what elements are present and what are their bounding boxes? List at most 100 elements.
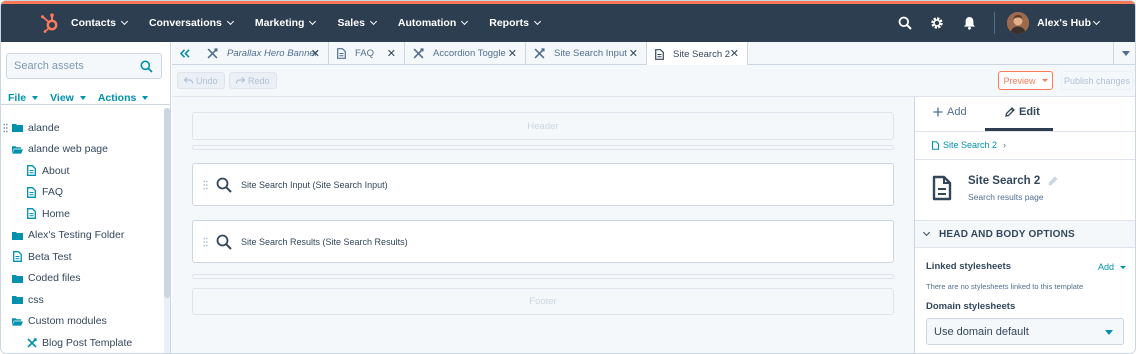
- section-divider: [192, 274, 894, 279]
- tab-site-search-input[interactable]: Site Search Input ✕: [526, 42, 647, 65]
- page-icon: [932, 140, 939, 150]
- search-icon: [216, 234, 232, 250]
- asset-sidebar: File View Actions alande alande web page…: [1, 42, 171, 353]
- search-box: [6, 53, 162, 79]
- domain-stylesheets-select[interactable]: Use domain default: [926, 318, 1124, 345]
- view-menu[interactable]: View: [50, 92, 86, 104]
- footer-placeholder[interactable]: Footer: [192, 288, 894, 315]
- tree-item[interactable]: Home: [1, 203, 163, 225]
- chevron-down-icon: [1092, 17, 1101, 26]
- nav-sales-label: Sales: [337, 17, 365, 29]
- tree-item-label: FAQ: [42, 186, 64, 199]
- actions-menu-label: Actions: [97, 92, 137, 104]
- nav-divider: [994, 12, 996, 34]
- tree-item[interactable]: alande: [1, 117, 163, 139]
- close-icon[interactable]: ✕: [629, 47, 638, 60]
- tree-item[interactable]: About: [1, 160, 163, 182]
- bell-icon[interactable]: [954, 8, 984, 38]
- caret-down-icon: [142, 96, 149, 100]
- add-stylesheet-button[interactable]: Add: [1098, 262, 1127, 272]
- close-icon[interactable]: ✕: [387, 47, 396, 60]
- nav-sales[interactable]: Sales: [337, 17, 377, 29]
- tree-item-label: Blog Post Template: [42, 336, 133, 349]
- nav-reports[interactable]: Reports: [489, 17, 541, 29]
- tree-item[interactable]: Custom modules: [1, 311, 163, 333]
- drag-handle-icon[interactable]: [203, 180, 208, 190]
- collapse-sidebar-button[interactable]: [172, 42, 198, 65]
- nav-conversations[interactable]: Conversations: [149, 17, 234, 29]
- nav-automation-label: Automation: [397, 17, 457, 29]
- tab-label: Site Search 2: [673, 48, 731, 60]
- tab-parallax-hero-banner[interactable]: Parallax Hero Banner ✕: [199, 42, 329, 65]
- tree-item[interactable]: css: [1, 289, 163, 311]
- file-menu[interactable]: File: [8, 92, 39, 104]
- tab-edit[interactable]: Edit: [1005, 106, 1040, 118]
- select-value: Use domain default: [934, 325, 1029, 338]
- tree-item-label: alande web page: [28, 143, 108, 156]
- close-icon[interactable]: ✕: [508, 47, 517, 60]
- scrollbar-thumb[interactable]: [164, 108, 170, 298]
- close-icon[interactable]: ✕: [311, 47, 320, 60]
- chevron-down-icon: [226, 17, 234, 26]
- hubspot-logo-icon[interactable]: [39, 12, 61, 34]
- preview-button[interactable]: Preview: [998, 71, 1053, 90]
- folder-icon: [12, 294, 23, 305]
- sidebar-scrollbar[interactable]: [164, 108, 170, 353]
- tree-item[interactable]: Coded files: [1, 268, 163, 290]
- head-and-body-options-toggle[interactable]: HEAD AND BODY OPTIONS: [915, 220, 1135, 248]
- chevron-down-icon: [369, 17, 377, 26]
- module-site-search-results[interactable]: Site Search Results (Site Search Results…: [192, 220, 894, 263]
- redo-button[interactable]: Redo: [229, 72, 277, 89]
- header-label: Header: [527, 120, 559, 132]
- drag-handle-icon[interactable]: [203, 237, 208, 247]
- section-divider: [192, 145, 894, 150]
- search-icon: [216, 177, 232, 193]
- nav-marketing[interactable]: Marketing: [255, 17, 317, 29]
- tree-item-label: alande: [28, 121, 60, 134]
- template-type: Search results page: [968, 192, 1044, 202]
- tree-item[interactable]: alande web page: [1, 139, 163, 161]
- gear-icon[interactable]: [922, 8, 952, 38]
- pencil-icon[interactable]: [1048, 176, 1058, 186]
- search-icon[interactable]: [890, 8, 920, 38]
- undo-icon: [184, 77, 193, 84]
- module-icon: [207, 48, 218, 59]
- tree-item[interactable]: Blog Post Template: [1, 332, 163, 353]
- pencil-icon: [1005, 107, 1015, 117]
- search-icon[interactable]: [140, 60, 153, 73]
- tree-item-label: Custom modules: [28, 315, 107, 328]
- tab-add[interactable]: Add: [933, 106, 967, 118]
- caret-down-icon: [32, 96, 39, 100]
- module-site-search-input[interactable]: Site Search Input (Site Search Input): [192, 163, 894, 206]
- nav-automation[interactable]: Automation: [397, 17, 469, 29]
- publish-changes-button[interactable]: Publish changes: [1061, 71, 1133, 90]
- chevron-down-icon: [533, 17, 541, 26]
- tab-label: Site Search Input: [554, 48, 627, 59]
- breadcrumb[interactable]: Site Search 2 ›: [932, 140, 1006, 150]
- avatar[interactable]: [1007, 12, 1030, 34]
- tab-overflow-menu[interactable]: [1113, 42, 1135, 65]
- tree-item-label: Home: [42, 207, 71, 220]
- account-name: Alex's Hub: [1037, 17, 1091, 29]
- page-icon: [26, 208, 37, 220]
- actions-menu[interactable]: Actions: [98, 92, 149, 104]
- chevron-down-icon: [461, 17, 469, 26]
- tab-accordion-toggle[interactable]: Accordion Toggle ✕: [405, 42, 526, 65]
- tab-faq[interactable]: FAQ ✕: [329, 42, 405, 65]
- tree-item[interactable]: Alex's Testing Folder: [1, 225, 163, 247]
- undo-button[interactable]: Undo: [177, 72, 225, 89]
- tree-item[interactable]: Beta Test: [1, 246, 163, 268]
- nav-contacts[interactable]: Contacts: [71, 17, 128, 29]
- account-menu[interactable]: Alex's Hub: [1037, 17, 1101, 29]
- search-input[interactable]: [14, 60, 136, 72]
- header-placeholder[interactable]: Header: [192, 112, 894, 140]
- app-window: Contacts Conversations Marketing Sales A…: [0, 0, 1136, 354]
- nav-reports-label: Reports: [489, 17, 529, 29]
- divider: [1, 104, 171, 105]
- tree-item[interactable]: FAQ: [1, 182, 163, 204]
- caret-down-icon: [1041, 79, 1048, 82]
- page-icon: [655, 48, 664, 60]
- close-icon[interactable]: ✕: [730, 47, 739, 60]
- tab-site-search-2[interactable]: Site Search 2 ✕: [647, 42, 748, 66]
- active-tab-indicator: [985, 128, 1053, 131]
